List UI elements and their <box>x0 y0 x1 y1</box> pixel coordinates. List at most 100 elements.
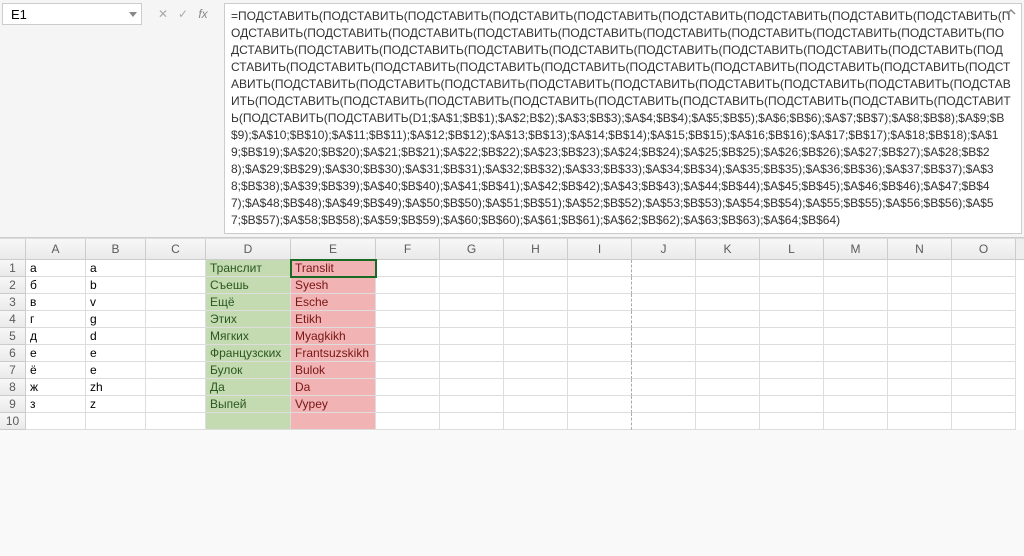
cell-L5[interactable] <box>760 328 824 345</box>
cell-N2[interactable] <box>888 277 952 294</box>
cell-F1[interactable] <box>376 260 440 277</box>
cell-K8[interactable] <box>696 379 760 396</box>
cell-E1[interactable]: Translit <box>291 260 376 277</box>
cell-I2[interactable] <box>568 277 632 294</box>
cell-M8[interactable] <box>824 379 888 396</box>
cell-A2[interactable]: б <box>26 277 86 294</box>
chevron-down-icon[interactable] <box>129 12 137 17</box>
cell-A4[interactable]: г <box>26 311 86 328</box>
cell-D9[interactable]: Выпей <box>206 396 291 413</box>
formula-text[interactable]: =ПОДСТАВИТЬ(ПОДСТАВИТЬ(ПОДСТАВИТЬ(ПОДСТА… <box>227 6 1015 231</box>
cell-L8[interactable] <box>760 379 824 396</box>
column-header-I[interactable]: I <box>568 239 632 259</box>
cell-A5[interactable]: д <box>26 328 86 345</box>
cell-E5[interactable]: Myagkikh <box>291 328 376 345</box>
cell-N7[interactable] <box>888 362 952 379</box>
cell-D10[interactable] <box>206 413 291 430</box>
cell-K2[interactable] <box>696 277 760 294</box>
cell-M2[interactable] <box>824 277 888 294</box>
cell-L2[interactable] <box>760 277 824 294</box>
cell-A3[interactable]: в <box>26 294 86 311</box>
cell-O9[interactable] <box>952 396 1016 413</box>
cell-G5[interactable] <box>440 328 504 345</box>
cell-N5[interactable] <box>888 328 952 345</box>
cell-A10[interactable] <box>26 413 86 430</box>
cell-H8[interactable] <box>504 379 568 396</box>
cell-F3[interactable] <box>376 294 440 311</box>
cell-N4[interactable] <box>888 311 952 328</box>
cell-M1[interactable] <box>824 260 888 277</box>
cell-K6[interactable] <box>696 345 760 362</box>
cell-H9[interactable] <box>504 396 568 413</box>
cell-H6[interactable] <box>504 345 568 362</box>
cell-O8[interactable] <box>952 379 1016 396</box>
cell-J7[interactable] <box>632 362 696 379</box>
cell-F8[interactable] <box>376 379 440 396</box>
cell-O6[interactable] <box>952 345 1016 362</box>
cell-O5[interactable] <box>952 328 1016 345</box>
column-header-G[interactable]: G <box>440 239 504 259</box>
cell-B2[interactable]: b <box>86 277 146 294</box>
column-header-J[interactable]: J <box>632 239 696 259</box>
cell-A8[interactable]: ж <box>26 379 86 396</box>
cell-H1[interactable] <box>504 260 568 277</box>
cell-F2[interactable] <box>376 277 440 294</box>
column-header-B[interactable]: B <box>86 239 146 259</box>
cell-N10[interactable] <box>888 413 952 430</box>
cell-C9[interactable] <box>146 396 206 413</box>
cell-C10[interactable] <box>146 413 206 430</box>
cell-B10[interactable] <box>86 413 146 430</box>
cell-D5[interactable]: Мягких <box>206 328 291 345</box>
cell-J8[interactable] <box>632 379 696 396</box>
cell-J2[interactable] <box>632 277 696 294</box>
cell-K5[interactable] <box>696 328 760 345</box>
cell-C6[interactable] <box>146 345 206 362</box>
cell-G7[interactable] <box>440 362 504 379</box>
cell-K4[interactable] <box>696 311 760 328</box>
cell-A6[interactable]: е <box>26 345 86 362</box>
cell-D2[interactable]: Съешь <box>206 277 291 294</box>
cell-J4[interactable] <box>632 311 696 328</box>
row-header[interactable]: 5 <box>0 328 26 345</box>
cell-D3[interactable]: Ещё <box>206 294 291 311</box>
cell-B6[interactable]: e <box>86 345 146 362</box>
cell-L3[interactable] <box>760 294 824 311</box>
cell-H5[interactable] <box>504 328 568 345</box>
cell-D1[interactable]: Транслит <box>206 260 291 277</box>
cell-I8[interactable] <box>568 379 632 396</box>
cell-C3[interactable] <box>146 294 206 311</box>
cell-I4[interactable] <box>568 311 632 328</box>
cell-L7[interactable] <box>760 362 824 379</box>
cell-B3[interactable]: v <box>86 294 146 311</box>
cell-I3[interactable] <box>568 294 632 311</box>
formula-bar[interactable]: =ПОДСТАВИТЬ(ПОДСТАВИТЬ(ПОДСТАВИТЬ(ПОДСТА… <box>224 3 1022 234</box>
cell-E3[interactable]: Esche <box>291 294 376 311</box>
cell-B8[interactable]: zh <box>86 379 146 396</box>
cell-J6[interactable] <box>632 345 696 362</box>
cell-B5[interactable]: d <box>86 328 146 345</box>
cell-H10[interactable] <box>504 413 568 430</box>
column-header-K[interactable]: K <box>696 239 760 259</box>
column-header-A[interactable]: A <box>26 239 86 259</box>
formula-expand-button[interactable] <box>1004 6 1018 20</box>
column-header-N[interactable]: N <box>888 239 952 259</box>
cell-K1[interactable] <box>696 260 760 277</box>
cell-O10[interactable] <box>952 413 1016 430</box>
row-header[interactable]: 2 <box>0 277 26 294</box>
row-header[interactable]: 6 <box>0 345 26 362</box>
column-header-L[interactable]: L <box>760 239 824 259</box>
cell-H3[interactable] <box>504 294 568 311</box>
cell-C2[interactable] <box>146 277 206 294</box>
column-header-O[interactable]: O <box>952 239 1016 259</box>
cell-E2[interactable]: Syesh <box>291 277 376 294</box>
cell-B4[interactable]: g <box>86 311 146 328</box>
cell-C5[interactable] <box>146 328 206 345</box>
cell-F7[interactable] <box>376 362 440 379</box>
cell-K10[interactable] <box>696 413 760 430</box>
cell-D6[interactable]: Французских <box>206 345 291 362</box>
cell-G6[interactable] <box>440 345 504 362</box>
cell-O1[interactable] <box>952 260 1016 277</box>
cell-E4[interactable]: Etikh <box>291 311 376 328</box>
cell-G3[interactable] <box>440 294 504 311</box>
cell-G1[interactable] <box>440 260 504 277</box>
